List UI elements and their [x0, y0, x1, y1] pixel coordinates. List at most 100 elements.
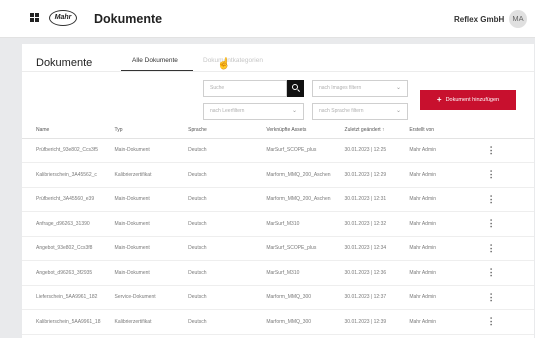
- cell-type: Main-Dokument: [100, 211, 175, 237]
- chevron-down-icon: ⌄: [291, 108, 297, 114]
- column-header-modified[interactable]: Zuletzt geändert ↑: [330, 123, 396, 139]
- chevron-down-icon: ⌄: [395, 108, 401, 114]
- add-document-label: Dokument hinzufügen: [445, 97, 500, 103]
- hand-cursor-icon: ☝: [217, 58, 231, 70]
- column-header-author[interactable]: Erstellt von: [395, 123, 473, 139]
- more-options-icon[interactable]: ⋮: [472, 162, 534, 188]
- mahr-logo[interactable]: Mahr: [49, 10, 77, 26]
- images-filter-placeholder: nach Images filtern: [319, 85, 362, 91]
- table-row[interactable]: Kalibrierschein_3A45562_c Kalibrierzerti…: [22, 162, 534, 188]
- user-avatar[interactable]: MA: [509, 10, 527, 28]
- documents-card: Dokumente Alle Dokumente Dokumentkategor…: [22, 44, 534, 338]
- language-filter-placeholder: nach Sprache filtern: [319, 108, 364, 114]
- cell-author: Mahr Admin: [395, 162, 473, 188]
- cell-author: Mahr Admin: [395, 309, 473, 335]
- column-header-name[interactable]: Name: [22, 123, 101, 139]
- column-header-language[interactable]: Sprache: [174, 123, 253, 139]
- more-options-icon[interactable]: ⋮: [472, 138, 534, 163]
- search-input[interactable]: Suche: [203, 80, 287, 97]
- chevron-down-icon: ⌄: [395, 85, 401, 91]
- cell-name: Kalibrierschein_3A45562_c: [22, 162, 101, 188]
- cell-modified: 30.01.2023 | 12:39: [330, 309, 396, 335]
- cell-name: Angebot_93e802_Ccs3f8: [22, 236, 101, 261]
- column-header-assets[interactable]: Verknüpfte Assets: [252, 123, 331, 139]
- modified-header-label: Zuletzt geändert: [344, 127, 381, 134]
- cell-language: Deutsch: [174, 187, 253, 212]
- cell-assets: MarSurf_M310: [252, 260, 331, 286]
- cell-author: Mahr Admin: [395, 187, 473, 212]
- more-options-icon[interactable]: ⋮: [472, 187, 534, 212]
- cell-modified: 30.01.2023 | 12:37: [330, 285, 396, 310]
- cell-name: Anfrage_d96263_31390: [22, 211, 101, 237]
- search-placeholder: Suche: [210, 85, 225, 91]
- tab-all-documents[interactable]: Alle Dokumente: [132, 57, 178, 64]
- table-row[interactable]: Prüfbericht_93e802_Ccs3f5 Main-Dokument …: [22, 138, 534, 163]
- cell-modified: 30.01.2023 | 12:31: [330, 187, 396, 212]
- cell-assets: Marform_MMQ_300: [252, 285, 331, 310]
- top-bar: Mahr Dokumente Reflex GmbH MA: [0, 0, 535, 38]
- tabs-divider: [22, 71, 534, 72]
- cell-language: Deutsch: [174, 211, 253, 237]
- more-options-icon[interactable]: ⋮: [472, 260, 534, 286]
- cell-type: Main-Dokument: [100, 187, 175, 212]
- cell-language: Deutsch: [174, 138, 253, 163]
- tab-document-categories[interactable]: Dokumentkategorien: [203, 57, 263, 64]
- company-name[interactable]: Reflex GmbH: [454, 15, 504, 24]
- cell-language: Deutsch: [174, 309, 253, 335]
- sort-arrow-icon: ↑: [382, 127, 385, 134]
- cell-modified: 30.01.2023 | 12:32: [330, 211, 396, 237]
- cell-modified: 30.01.2023 | 12:25: [330, 138, 396, 163]
- cell-author: Mahr Admin: [395, 285, 473, 310]
- cell-assets: Marform_MMQ_300: [252, 309, 331, 335]
- table-header-row: Name Typ Sprache Verknüpfte Assets Zulet…: [22, 123, 534, 139]
- column-header-actions: [472, 123, 534, 139]
- cell-type: Kalibrierzertifikat: [100, 162, 175, 188]
- cell-author: Mahr Admin: [395, 211, 473, 237]
- search-button[interactable]: [287, 80, 304, 97]
- cell-language: Deutsch: [174, 260, 253, 286]
- plus-icon: +: [436, 95, 442, 104]
- table-row[interactable]: Angebot_d96263_3f2935 Main-Dokument Deut…: [22, 260, 534, 286]
- cell-type: Kalibrierzertifikat: [100, 309, 175, 335]
- cell-assets: Marform_MMQ_200_Aschen: [252, 162, 331, 188]
- column-header-type[interactable]: Typ: [100, 123, 175, 139]
- cell-assets: MarSurf_M310: [252, 211, 331, 237]
- cell-type: Main-Dokument: [100, 260, 175, 286]
- more-options-icon[interactable]: ⋮: [472, 211, 534, 237]
- add-document-button[interactable]: + Dokument hinzufügen: [420, 90, 516, 110]
- cell-name: Lieferschein_5AA9961_182: [22, 285, 101, 310]
- cell-author: Mahr Admin: [395, 138, 473, 163]
- table-row[interactable]: Angebot_93e802_Ccs3f8 Main-Dokument Deut…: [22, 236, 534, 261]
- cell-assets: MarSurf_SCOPE_plus: [252, 138, 331, 163]
- cell-modified: 30.01.2023 | 12:29: [330, 162, 396, 188]
- cell-name: Prüfbericht_93e802_Ccs3f5: [22, 138, 101, 163]
- cell-author: Mahr Admin: [395, 236, 473, 261]
- cell-language: Deutsch: [174, 236, 253, 261]
- cell-modified: 30.01.2023 | 12:34: [330, 236, 396, 261]
- documents-table: Name Typ Sprache Verknüpfte Assets Zulet…: [22, 123, 534, 335]
- more-options-icon[interactable]: ⋮: [472, 285, 534, 310]
- cell-name: Angebot_d96263_3f2935: [22, 260, 101, 286]
- page-title: Dokumente: [36, 57, 93, 69]
- table-row[interactable]: Anfrage_d96263_31390 Main-Dokument Deuts…: [22, 211, 534, 237]
- table-row[interactable]: Kalibrierschein_5AA9961_18 Kalibrierzert…: [22, 309, 534, 335]
- cell-assets: MarSurf_SCOPE_plus: [252, 236, 331, 261]
- cell-author: Mahr Admin: [395, 260, 473, 286]
- more-options-icon[interactable]: ⋮: [472, 309, 534, 335]
- cell-type: Service-Dokument: [100, 285, 175, 310]
- cell-language: Deutsch: [174, 162, 253, 188]
- cell-language: Deutsch: [174, 285, 253, 310]
- more-options-icon[interactable]: ⋮: [472, 236, 534, 261]
- language-filter-select[interactable]: nach Sprache filtern ⌄: [312, 103, 408, 120]
- table-row[interactable]: Lieferschein_5AA9961_182 Service-Dokumen…: [22, 285, 534, 310]
- app-title: Dokumente: [94, 12, 163, 26]
- cell-name: Kalibrierschein_5AA9961_18: [22, 309, 101, 335]
- images-filter-select[interactable]: nach Images filtern ⌄: [312, 80, 408, 97]
- cell-type: Main-Dokument: [100, 138, 175, 163]
- cell-assets: Marform_MMQ_200_Aschen: [252, 187, 331, 212]
- app-grid-icon[interactable]: [30, 13, 39, 22]
- cell-modified: 30.01.2023 | 12:36: [330, 260, 396, 286]
- location-filter-select[interactable]: nach Leerfiltern ⌄: [203, 103, 304, 120]
- location-filter-placeholder: nach Leerfiltern: [210, 108, 245, 114]
- table-row[interactable]: Prüfbericht_3A45560_e39 Main-Dokument De…: [22, 187, 534, 212]
